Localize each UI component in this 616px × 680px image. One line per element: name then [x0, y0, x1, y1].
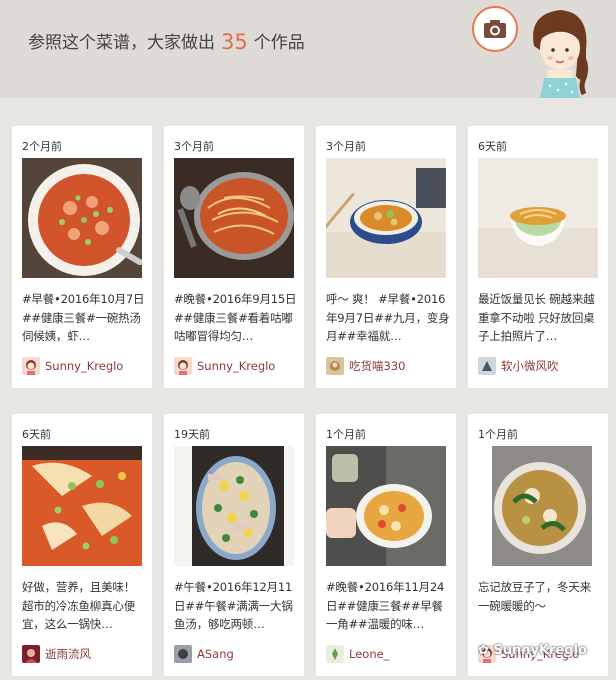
work-time: 3个月前	[326, 140, 366, 153]
works-summary: 参照这个菜谱，大家做出 35 个作品	[28, 28, 305, 54]
work-photo[interactable]	[478, 446, 598, 566]
work-card[interactable]: 1个月前 #晚餐•2016年11月24日##健康三餐##早餐一角##温暖的味… …	[316, 414, 456, 676]
girl-mascot-icon	[533, 10, 589, 98]
work-card[interactable]: 2个月前 #早餐•2016年10月7日##健康三餐#一碗热汤伺候姨，虾… Sun…	[12, 126, 152, 388]
author-name[interactable]: Sunny_Kreglo	[197, 359, 275, 373]
avatar[interactable]	[326, 645, 344, 663]
work-time: 19天前	[174, 428, 210, 441]
avatar[interactable]	[22, 357, 40, 375]
author-name[interactable]: ASang	[197, 647, 234, 661]
work-author[interactable]: Sunny_Kreglo	[174, 356, 275, 376]
work-card[interactable]: 3个月前 #晚餐•2016年9月15日##健康三餐#看着咕嘟咕嘟冒得均匀… Su…	[164, 126, 304, 388]
work-time: 6天前	[478, 140, 507, 153]
work-description: #早餐•2016年10月7日##健康三餐#一碗热汤伺候姨，虾…	[22, 292, 145, 343]
work-photo[interactable]	[174, 158, 294, 278]
work-card[interactable]: 6天前 好做，营养，且美味！超市的冷冻鱼柳真心便宜，这么一锅快… 逝雨流风	[12, 414, 152, 676]
work-description: 好做，营养，且美味！超市的冷冻鱼柳真心便宜，这么一锅快…	[22, 580, 135, 631]
work-author[interactable]: ASang	[174, 644, 234, 664]
work-description: #晚餐•2016年11月24日##健康三餐##早餐一角##温暖的味…	[326, 580, 445, 631]
work-description: 忘记放豆子了，冬天来一碗暖暖的～	[478, 580, 591, 613]
work-description: 最近饭量见长 碗越来越重拿不动啦 只好放回桌子上拍照片了…	[478, 292, 595, 343]
work-time: 2个月前	[22, 140, 62, 153]
work-author[interactable]: 软小微风吹	[478, 356, 559, 376]
work-card[interactable]: 1个月前 忘记放豆子了，冬天来一碗暖暖的～ Sunny_Kreglo	[468, 414, 608, 676]
work-time: 1个月前	[326, 428, 366, 441]
work-author[interactable]: Leone_	[326, 644, 389, 664]
work-author[interactable]: 吃货喵330	[326, 356, 405, 376]
author-name[interactable]: 吃货喵330	[349, 358, 405, 374]
author-name[interactable]: Sunny_Kreglo	[45, 359, 123, 373]
work-description: #晚餐•2016年9月15日##健康三餐#看着咕嘟咕嘟冒得均匀…	[174, 292, 297, 343]
work-photo[interactable]	[174, 446, 294, 566]
author-name[interactable]: 逝雨流风	[45, 646, 91, 662]
work-photo[interactable]	[326, 446, 446, 566]
watermark-text: SunnyKreglo	[493, 643, 588, 658]
work-description: 呼～ 爽！ #早餐•2016年9月7日##九月，变身月##幸福就…	[326, 292, 450, 343]
work-photo[interactable]	[326, 158, 446, 278]
summary-suffix: 个作品	[253, 33, 305, 53]
author-name[interactable]: 软小微风吹	[501, 358, 559, 374]
avatar[interactable]	[478, 357, 496, 375]
avatar[interactable]	[174, 357, 192, 375]
page-header: 参照这个菜谱，大家做出 35 个作品	[0, 0, 616, 98]
work-time: 3个月前	[174, 140, 214, 153]
avatar[interactable]	[22, 645, 40, 663]
work-card[interactable]: 19天前 #午餐•2016年12月11日##午餐#满满一大锅鱼汤，够吃两顿… A…	[164, 414, 304, 676]
work-photo[interactable]	[478, 158, 598, 278]
work-card[interactable]: 6天前 最近饭量见长 碗越来越重拿不动啦 只好放回桌子上拍照片了… 软小微风吹	[468, 126, 608, 388]
summary-prefix: 参照这个菜谱，大家做出	[28, 33, 215, 53]
camera-icon[interactable]	[472, 6, 518, 52]
work-card[interactable]: 3个月前 呼～ 爽！ #早餐•2016年9月7日##九月，变身月##幸福就… 吃…	[316, 126, 456, 388]
avatar[interactable]	[174, 645, 192, 663]
work-description: #午餐•2016年12月11日##午餐#满满一大锅鱼汤，够吃两顿…	[174, 580, 293, 631]
watermark: ✿ SunnyKreglo	[478, 643, 587, 658]
work-photo[interactable]	[22, 158, 142, 278]
work-time: 6天前	[22, 428, 51, 441]
work-photo[interactable]	[22, 446, 142, 566]
watermark-icon: ✿	[478, 643, 494, 658]
works-count: 35	[221, 30, 248, 54]
author-name[interactable]: Leone_	[349, 647, 389, 661]
work-author[interactable]: 逝雨流风	[22, 644, 91, 664]
work-time: 1个月前	[478, 428, 518, 441]
avatar[interactable]	[326, 357, 344, 375]
work-author[interactable]: Sunny_Kreglo	[22, 356, 123, 376]
